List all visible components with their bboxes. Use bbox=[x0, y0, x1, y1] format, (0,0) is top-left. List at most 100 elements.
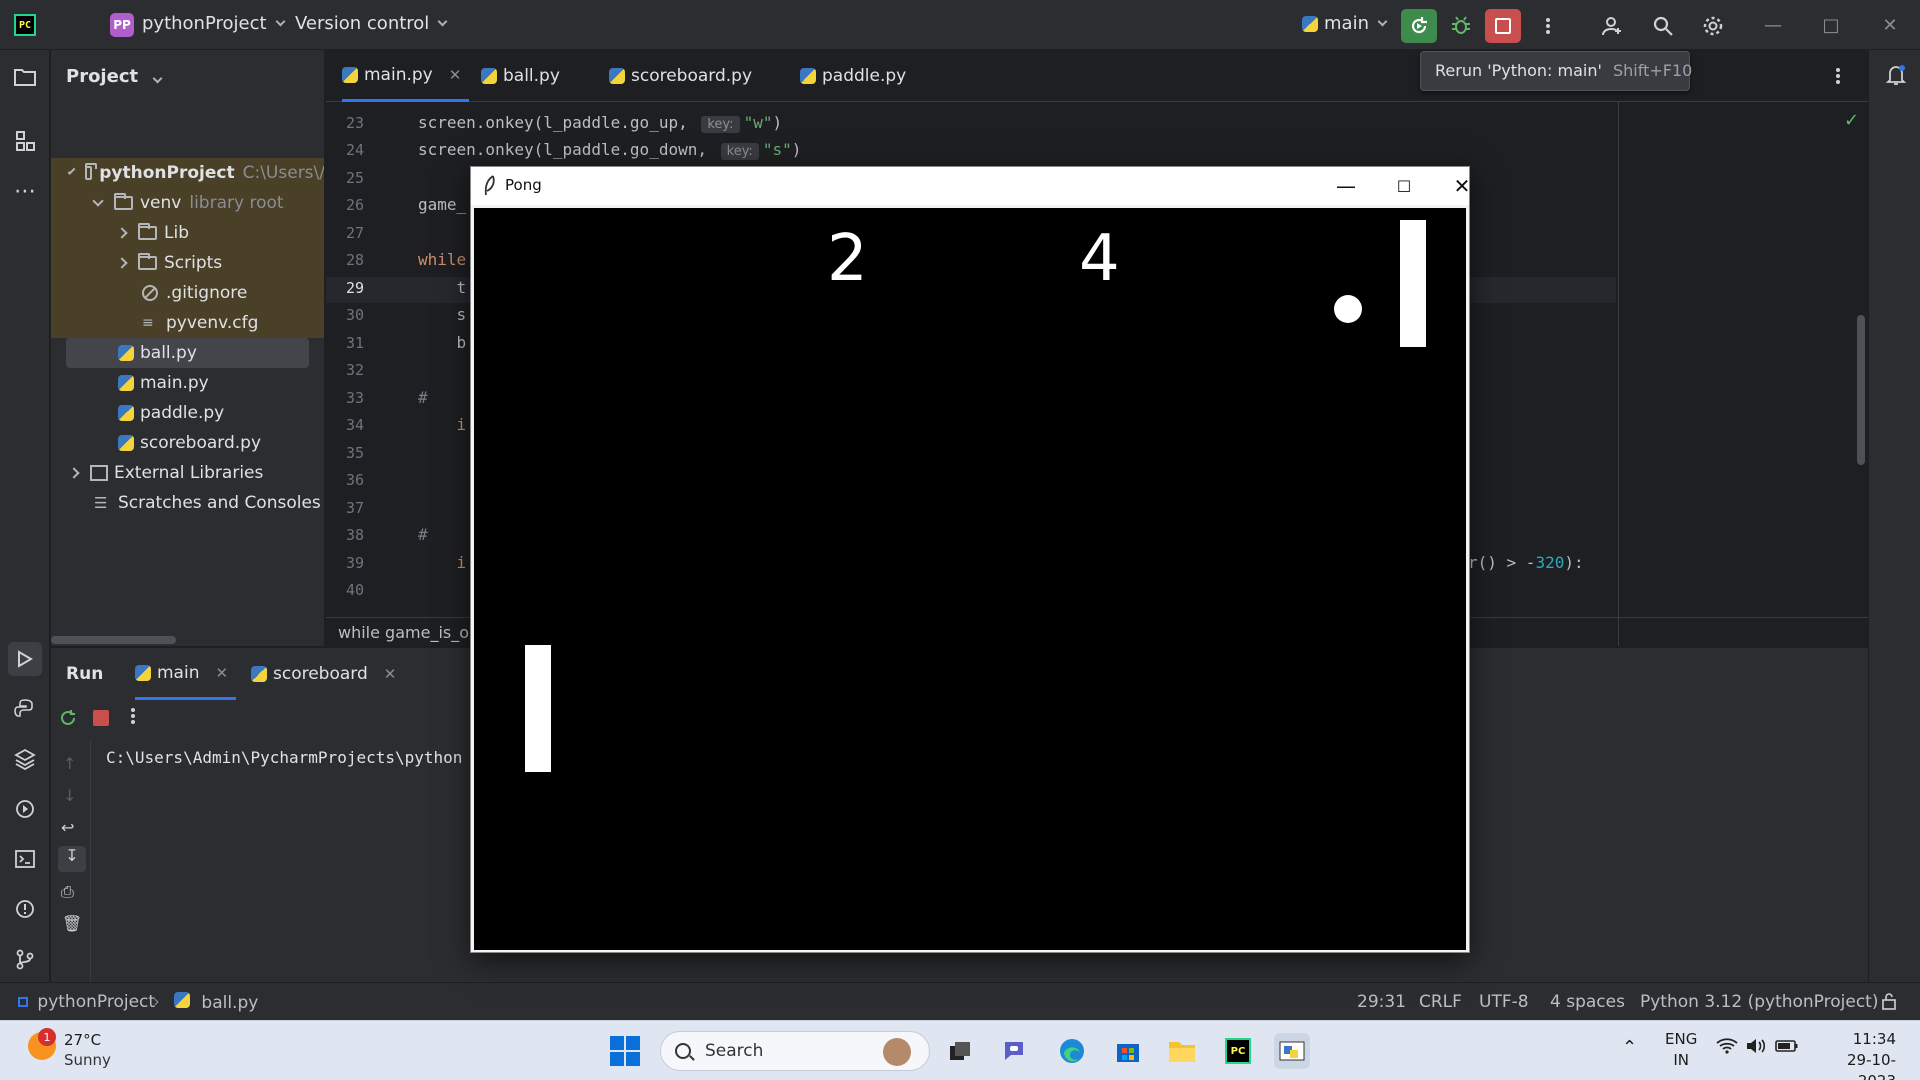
status-project[interactable]: pythonProject bbox=[18, 992, 155, 1012]
project-panel-title[interactable]: Project bbox=[66, 66, 163, 87]
close-window-icon[interactable]: ✕ bbox=[1875, 12, 1905, 38]
tree-item-scratches[interactable]: ☰ Scratches and Consoles bbox=[51, 488, 324, 518]
indent-setting[interactable]: 4 spaces bbox=[1550, 992, 1625, 1012]
tree-item-external-libraries[interactable]: External Libraries bbox=[51, 458, 324, 488]
more-tools-icon[interactable]: ⋯ bbox=[12, 178, 38, 204]
project-tool-icon[interactable] bbox=[12, 64, 38, 90]
search-everywhere-button[interactable] bbox=[1645, 9, 1681, 43]
close-tab-icon[interactable]: ✕ bbox=[384, 665, 397, 683]
file-explorer-icon[interactable] bbox=[1164, 1033, 1200, 1069]
tree-item-scoreboard-py[interactable]: scoreboard.py bbox=[51, 428, 324, 458]
tree-item-main-py[interactable]: main.py bbox=[51, 368, 324, 398]
scroll-down-icon[interactable]: ↓ bbox=[63, 786, 76, 805]
microsoft-store-icon[interactable] bbox=[1110, 1033, 1146, 1069]
run-more-icon[interactable] bbox=[131, 706, 135, 726]
tab-main-py[interactable]: main.py ✕ bbox=[342, 50, 470, 102]
code-line-31[interactable]: b bbox=[418, 333, 467, 352]
python-interpreter[interactable]: Python 3.12 (pythonProject) bbox=[1640, 992, 1878, 1012]
tree-item-venv[interactable]: venv library root bbox=[51, 188, 324, 218]
volume-icon[interactable] bbox=[1745, 1037, 1767, 1061]
editor-scrollbar[interactable] bbox=[1857, 315, 1865, 465]
pong-title-bar[interactable]: Pong — ☐ ✕ bbox=[471, 167, 1470, 205]
python-console-icon[interactable] bbox=[12, 696, 38, 722]
project-switcher[interactable]: pythonProject bbox=[142, 13, 286, 34]
no-problems-check-icon[interactable]: ✓ bbox=[1844, 110, 1859, 131]
soft-wrap-icon[interactable]: ↩ bbox=[61, 818, 74, 837]
pycharm-taskbar-icon[interactable]: PC bbox=[1220, 1033, 1256, 1069]
scroll-up-icon[interactable]: ↑ bbox=[63, 754, 76, 773]
clear-trash-icon[interactable]: 🗑 bbox=[62, 914, 82, 933]
run-tab-scoreboard[interactable]: scoreboard ✕ bbox=[251, 648, 396, 700]
git-icon[interactable] bbox=[12, 946, 38, 972]
debug-button[interactable] bbox=[1443, 9, 1479, 43]
main-menu-icon[interactable] bbox=[60, 14, 84, 34]
stop-small-icon[interactable] bbox=[93, 710, 109, 726]
show-hidden-icons-chevron[interactable]: ⌃ bbox=[1622, 1037, 1637, 1058]
code-line-38[interactable]: # bbox=[418, 525, 428, 544]
scroll-to-end-icon[interactable]: ↧ bbox=[58, 846, 86, 872]
code-line-28[interactable]: while bbox=[418, 250, 466, 269]
problems-icon[interactable] bbox=[12, 896, 38, 922]
task-view-icon[interactable] bbox=[942, 1033, 978, 1069]
console-output[interactable]: C:\Users\Admin\PycharmProjects\python bbox=[106, 748, 462, 767]
language-indicator[interactable]: ENG IN bbox=[1665, 1029, 1697, 1071]
rerun-small-icon[interactable] bbox=[58, 708, 78, 732]
rerun-button[interactable] bbox=[1401, 9, 1437, 43]
code-line-34[interactable]: i bbox=[418, 415, 467, 434]
code-line-39[interactable]: i bbox=[418, 553, 467, 572]
pong-minimize-icon[interactable]: — bbox=[1323, 171, 1369, 201]
close-tab-icon[interactable]: ✕ bbox=[215, 664, 228, 682]
version-control-menu[interactable]: Version control bbox=[295, 13, 448, 34]
maximize-window-icon[interactable]: □ bbox=[1816, 12, 1846, 38]
code-line-29[interactable]: t bbox=[418, 278, 467, 297]
settings-button[interactable] bbox=[1695, 9, 1731, 43]
project-badge[interactable]: PP bbox=[110, 13, 134, 37]
tab-ball-py[interactable]: ball.py bbox=[481, 50, 560, 102]
file-encoding[interactable]: UTF-8 bbox=[1479, 992, 1529, 1012]
line-separator[interactable]: CRLF bbox=[1419, 992, 1462, 1012]
caret-position[interactable]: 29:31 bbox=[1357, 992, 1406, 1012]
run-tool-icon[interactable] bbox=[8, 642, 42, 676]
tree-item-lib[interactable]: Lib bbox=[51, 218, 324, 248]
code-line-23[interactable]: screen.onkey(l_paddle.go_up, key: "w") bbox=[418, 113, 782, 133]
code-line-30[interactable]: s bbox=[418, 305, 467, 324]
python-packages-icon[interactable] bbox=[12, 746, 38, 772]
terminal-icon[interactable] bbox=[12, 846, 38, 872]
status-file[interactable]: ball.py bbox=[174, 992, 258, 1013]
services-icon[interactable] bbox=[12, 796, 38, 822]
tree-item-paddle-py[interactable]: paddle.py bbox=[51, 398, 324, 428]
pong-canvas[interactable]: 2 4 bbox=[474, 208, 1466, 950]
notifications-bell-icon[interactable] bbox=[1883, 62, 1909, 88]
tab-scoreboard-py[interactable]: scoreboard.py bbox=[609, 50, 752, 102]
taskbar-search[interactable]: Search bbox=[660, 1031, 930, 1071]
lock-icon[interactable] bbox=[1880, 992, 1898, 1015]
tab-paddle-py[interactable]: paddle.py bbox=[800, 50, 906, 102]
account-button[interactable] bbox=[1594, 9, 1630, 43]
weather-temperature[interactable]: 27°C bbox=[64, 1031, 101, 1049]
tab-options-icon[interactable] bbox=[1836, 50, 1840, 102]
code-line-24[interactable]: screen.onkey(l_paddle.go_down, key: "s") bbox=[418, 140, 801, 160]
battery-icon[interactable] bbox=[1775, 1037, 1799, 1061]
stop-button[interactable] bbox=[1485, 9, 1521, 43]
more-actions-icon[interactable] bbox=[1530, 9, 1566, 43]
print-icon[interactable]: ⎙ bbox=[61, 882, 74, 902]
tree-item-pyvenv-cfg[interactable]: ≡ pyvenv.cfg bbox=[51, 308, 324, 338]
code-line-26[interactable]: game_ bbox=[418, 195, 466, 214]
pong-maximize-icon[interactable]: ☐ bbox=[1381, 171, 1427, 201]
tree-item-scripts[interactable]: Scripts bbox=[51, 248, 324, 278]
pong-close-icon[interactable]: ✕ bbox=[1439, 171, 1485, 201]
tree-item-gitignore[interactable]: .gitignore bbox=[51, 278, 324, 308]
wifi-icon[interactable] bbox=[1716, 1037, 1738, 1061]
run-config-selector[interactable]: main bbox=[1302, 13, 1388, 34]
system-clock[interactable]: 11:34 29-10-2023 bbox=[1816, 1029, 1896, 1080]
pycharm-logo-icon[interactable]: PC bbox=[14, 14, 36, 36]
windows-start-icon[interactable] bbox=[610, 1036, 640, 1066]
code-line-39-tail[interactable]: r() > -320): bbox=[1468, 553, 1584, 572]
close-tab-icon[interactable]: ✕ bbox=[449, 66, 462, 84]
project-panel-scrollbar[interactable] bbox=[51, 636, 176, 644]
minimize-window-icon[interactable]: — bbox=[1758, 12, 1788, 38]
tree-item-ball-py[interactable]: ball.py bbox=[66, 338, 309, 368]
run-tab-main[interactable]: main ✕ bbox=[135, 648, 237, 700]
edge-browser-icon[interactable] bbox=[1054, 1033, 1090, 1069]
tree-item-pythonproject[interactable]: pythonProject C:\Users\/ bbox=[51, 158, 324, 188]
